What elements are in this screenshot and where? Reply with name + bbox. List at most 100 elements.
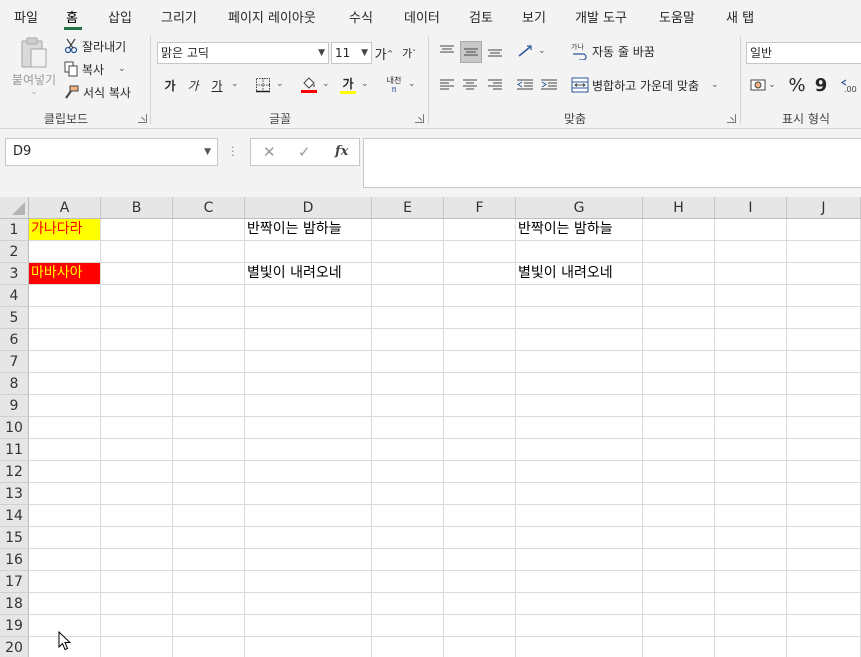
cell-h13[interactable]	[643, 483, 715, 505]
cell-c15[interactable]	[173, 527, 245, 549]
cell-f4[interactable]	[444, 285, 516, 307]
cell-b16[interactable]	[101, 549, 173, 571]
cell-f8[interactable]	[444, 373, 516, 395]
cell-i19[interactable]	[715, 615, 787, 637]
column-header-c[interactable]: C	[173, 197, 245, 219]
cut-button[interactable]: 잘라내기	[64, 37, 126, 55]
cell-j6[interactable]	[787, 329, 861, 351]
percent-style-button[interactable]: %	[787, 74, 807, 96]
cell-a1[interactable]: 가나다라	[29, 219, 101, 241]
tab-formulas[interactable]: 수식	[349, 7, 373, 26]
row-header-15[interactable]: 15	[0, 527, 29, 549]
cell-g12[interactable]	[516, 461, 643, 483]
increase-indent-button[interactable]	[539, 74, 559, 96]
cell-a7[interactable]	[29, 351, 101, 373]
cell-g5[interactable]	[516, 307, 643, 329]
cell-d18[interactable]	[245, 593, 372, 615]
font-name-select[interactable]: 맑은 고딕 ▼	[157, 42, 329, 64]
cell-g3[interactable]: 별빛이 내려오네	[516, 263, 643, 285]
cell-j18[interactable]	[787, 593, 861, 615]
cell-i3[interactable]	[715, 263, 787, 285]
cell-c19[interactable]	[173, 615, 245, 637]
spreadsheet-grid[interactable]: A B C D E F G H I J 1 가나다라 반짝이는 밤하늘 반짝이는 밤하늘 2 3 마바사아 별빛이…	[0, 197, 861, 657]
cell-i10[interactable]	[715, 417, 787, 439]
formula-input[interactable]	[363, 138, 861, 188]
cell-a10[interactable]	[29, 417, 101, 439]
chevron-down-icon[interactable]: ⌄	[408, 79, 416, 89]
row-header-14[interactable]: 14	[0, 505, 29, 527]
row-header-4[interactable]: 4	[0, 285, 29, 307]
cell-a18[interactable]	[29, 593, 101, 615]
cell-i17[interactable]	[715, 571, 787, 593]
tab-draw[interactable]: 그리기	[161, 7, 197, 26]
chevron-down-icon[interactable]: ⌄	[276, 79, 284, 89]
cell-f5[interactable]	[444, 307, 516, 329]
alignment-dialog-launcher[interactable]	[727, 114, 736, 123]
tab-developer[interactable]: 개발 도구	[575, 7, 627, 26]
shrink-font-button[interactable]: 가ˇ	[400, 43, 418, 63]
cell-e8[interactable]	[372, 373, 444, 395]
cell-h8[interactable]	[643, 373, 715, 395]
tab-new[interactable]: 새 탭	[726, 7, 754, 26]
cell-j4[interactable]	[787, 285, 861, 307]
cell-h7[interactable]	[643, 351, 715, 373]
cell-d17[interactable]	[245, 571, 372, 593]
row-header-10[interactable]: 10	[0, 417, 29, 439]
cell-f17[interactable]	[444, 571, 516, 593]
cell-h15[interactable]	[643, 527, 715, 549]
cell-c10[interactable]	[173, 417, 245, 439]
cell-a13[interactable]	[29, 483, 101, 505]
cell-h18[interactable]	[643, 593, 715, 615]
bold-button[interactable]: 가	[161, 74, 179, 96]
tab-data[interactable]: 데이터	[404, 7, 440, 26]
cell-e14[interactable]	[372, 505, 444, 527]
cell-d2[interactable]	[245, 241, 372, 263]
cell-i16[interactable]	[715, 549, 787, 571]
cell-c17[interactable]	[173, 571, 245, 593]
cell-h14[interactable]	[643, 505, 715, 527]
row-header-1[interactable]: 1	[0, 219, 29, 241]
cell-f10[interactable]	[444, 417, 516, 439]
cell-a17[interactable]	[29, 571, 101, 593]
cell-j14[interactable]	[787, 505, 861, 527]
cell-g2[interactable]	[516, 241, 643, 263]
cell-g8[interactable]	[516, 373, 643, 395]
cell-b6[interactable]	[101, 329, 173, 351]
cell-i1[interactable]	[715, 219, 787, 241]
cell-e12[interactable]	[372, 461, 444, 483]
cell-c3[interactable]	[173, 263, 245, 285]
row-header-6[interactable]: 6	[0, 329, 29, 351]
cell-h10[interactable]	[643, 417, 715, 439]
cell-g7[interactable]	[516, 351, 643, 373]
cell-j13[interactable]	[787, 483, 861, 505]
cell-e1[interactable]	[372, 219, 444, 241]
cell-j12[interactable]	[787, 461, 861, 483]
cell-i11[interactable]	[715, 439, 787, 461]
cell-g20[interactable]	[516, 637, 643, 657]
cell-b12[interactable]	[101, 461, 173, 483]
cell-f1[interactable]	[444, 219, 516, 241]
row-header-12[interactable]: 12	[0, 461, 29, 483]
cell-d10[interactable]	[245, 417, 372, 439]
cell-i12[interactable]	[715, 461, 787, 483]
cell-b11[interactable]	[101, 439, 173, 461]
comma-style-button[interactable]: 9	[812, 74, 830, 96]
cell-a9[interactable]	[29, 395, 101, 417]
cell-i9[interactable]	[715, 395, 787, 417]
cell-c16[interactable]	[173, 549, 245, 571]
merge-center-button[interactable]: 병합하고 가운데 맞춤 ⌄	[571, 74, 719, 96]
cell-d20[interactable]	[245, 637, 372, 657]
cell-d7[interactable]	[245, 351, 372, 373]
chevron-down-icon[interactable]: ▼	[204, 139, 211, 165]
cell-e10[interactable]	[372, 417, 444, 439]
align-bottom-button[interactable]	[485, 41, 505, 61]
decrease-indent-button[interactable]	[515, 74, 535, 96]
cell-d4[interactable]	[245, 285, 372, 307]
increase-decimal-button[interactable]: .00	[840, 74, 861, 96]
cell-i15[interactable]	[715, 527, 787, 549]
cell-h17[interactable]	[643, 571, 715, 593]
align-right-button[interactable]	[485, 74, 505, 96]
cell-b19[interactable]	[101, 615, 173, 637]
cell-b3[interactable]	[101, 263, 173, 285]
cell-a3[interactable]: 마바사아	[29, 263, 101, 285]
